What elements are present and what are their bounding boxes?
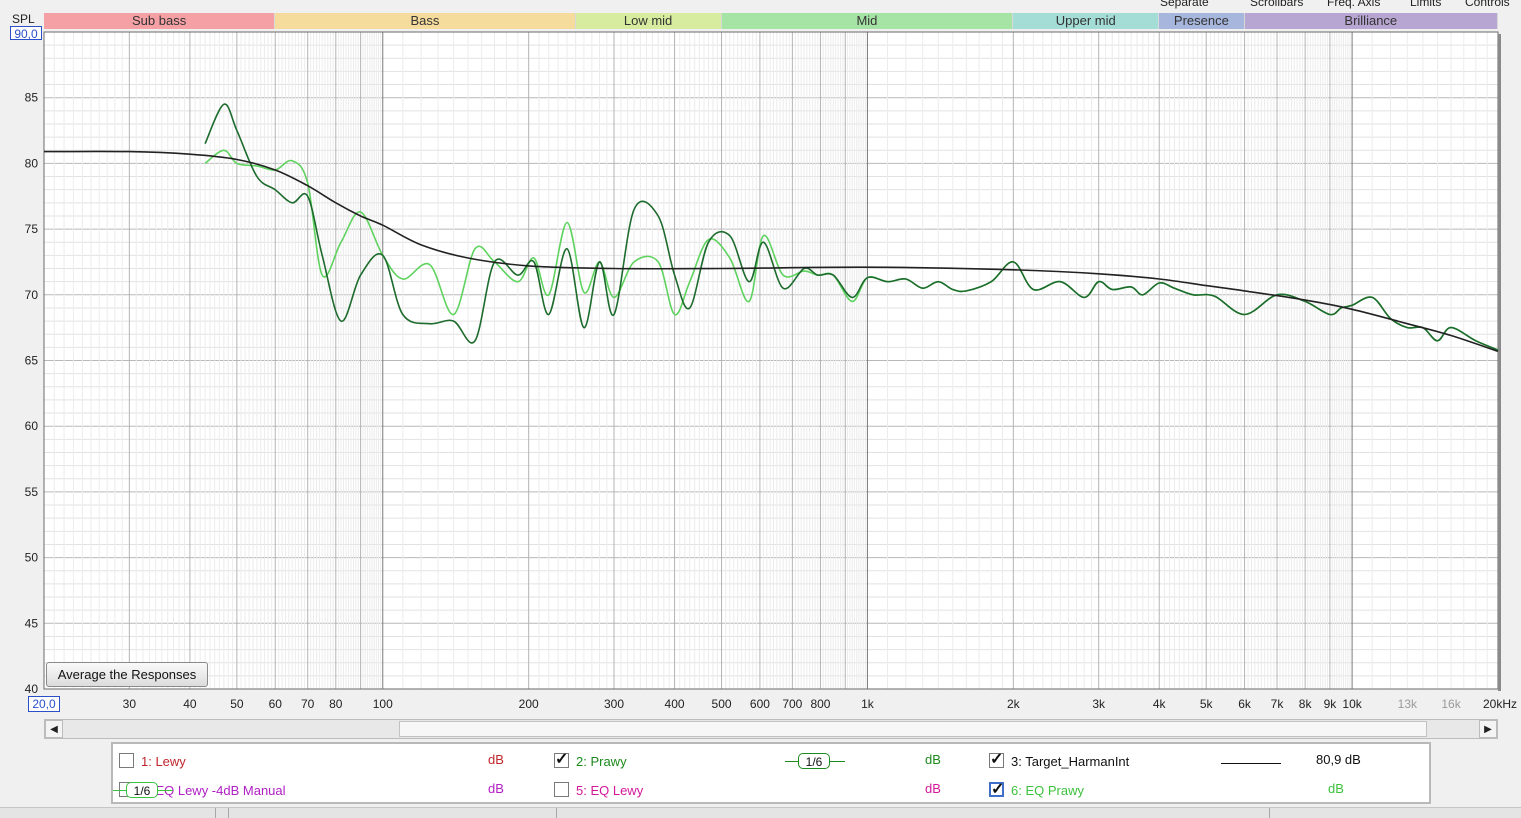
x-tick-label: 200	[519, 697, 539, 711]
y-tick-label: 65	[25, 354, 39, 368]
scroll-left-icon[interactable]: ◀	[45, 720, 63, 738]
x-tick-label: 1k	[861, 697, 875, 711]
x-tick-label: 3k	[1092, 697, 1106, 711]
y-tick-label: 40	[25, 682, 39, 696]
average-responses-button[interactable]: Average the Responses	[46, 662, 208, 687]
legend-label[interactable]: 6: EQ Prawy	[1011, 783, 1084, 798]
status-bar	[0, 807, 1521, 818]
frequency-response-graph[interactable]: 85 80 75 70 65 60 55 50 45 40 30 40 50 60 70 80 100 200 30…	[0, 0, 1521, 720]
x-tick-label: 80	[329, 697, 343, 711]
x-tick-label: 600	[750, 697, 770, 711]
x-tick-label: 40	[183, 697, 197, 711]
smoothing-label: 1/6	[798, 753, 830, 769]
scroll-thumb[interactable]	[399, 721, 1427, 737]
scroll-right-icon[interactable]: ▶	[1479, 720, 1497, 738]
legend-unit: dB	[1328, 781, 1344, 796]
frequency-bands: Sub bass Bass Low mid Mid Upper mid Presence B…	[44, 13, 1500, 29]
legend-value: 80,9 dB	[1316, 752, 1361, 767]
legend-label[interactable]: 2: Prawy	[576, 754, 627, 769]
legend-checkbox-2[interactable]: ✓	[554, 752, 569, 768]
band-presence: Presence	[1159, 13, 1245, 29]
measurement-legend: 1: Lewy dB ✓ 2: Prawy 1/6 dB ✓ 3: Target_Harman…	[111, 742, 1431, 804]
x-tick-label: 8k	[1299, 697, 1313, 711]
y-tick-label: 45	[25, 616, 39, 630]
legend-unit: dB	[925, 752, 941, 767]
x-tick-label: 30	[123, 697, 137, 711]
x-tick-label: 700	[782, 697, 802, 711]
x-tick-label: 70	[301, 697, 315, 711]
band-bass: Bass	[275, 13, 576, 29]
legend-checkbox-1[interactable]	[119, 753, 134, 768]
band-low-mid: Low mid	[575, 13, 722, 29]
legend-checkbox-5[interactable]	[554, 782, 569, 797]
x-tick-label: 6k	[1238, 697, 1252, 711]
x-tick-label: 16k	[1441, 697, 1461, 711]
x-tick-label: 300	[604, 697, 624, 711]
x-tick-label: 100	[373, 697, 393, 711]
x-tick-label: 7k	[1271, 697, 1285, 711]
legend-label[interactable]: 3: Target_HarmanInt	[1011, 754, 1129, 769]
x-tick-label: 4k	[1153, 697, 1167, 711]
legend-unit: dB	[488, 752, 504, 767]
horizontal-scrollbar[interactable]: ◀ ▶	[44, 719, 1498, 739]
band-sub-bass: Sub bass	[44, 13, 276, 29]
smoothing-indicator[interactable]: 1/6	[785, 752, 845, 772]
y-tick-label: 50	[25, 551, 39, 565]
x-min-field[interactable]: 20,0	[28, 696, 60, 712]
x-tick-label: 9k	[1324, 697, 1338, 711]
band-brilliance: Brilliance	[1244, 13, 1498, 29]
y-tick-label: 80	[25, 156, 39, 170]
x-tick-label: 500	[712, 697, 732, 711]
x-tick-label: 5k	[1200, 697, 1214, 711]
legend-checkbox-3[interactable]: ✓	[989, 752, 1004, 768]
target-line-sample	[1221, 763, 1281, 764]
smoothing-indicator[interactable]: 1/6	[113, 781, 173, 801]
legend-checkbox-6[interactable]: ✓	[989, 782, 1004, 798]
x-tick-label: 800	[810, 697, 830, 711]
x-tick-label: 400	[665, 697, 685, 711]
y-axis-label: SPL	[12, 12, 35, 26]
legend-label[interactable]: 5: EQ Lewy	[576, 783, 643, 798]
band-upper-mid: Upper mid	[1013, 13, 1160, 29]
y-tick-label: 75	[25, 222, 39, 236]
x-tick-label: 20kHz	[1483, 697, 1517, 711]
y-max-field[interactable]: 90,0	[10, 26, 42, 41]
y-tick-label: 85	[25, 91, 39, 105]
smoothing-label: 1/6	[126, 782, 158, 798]
x-tick-label: 2k	[1007, 697, 1021, 711]
y-tick-label: 55	[25, 485, 39, 499]
legend-unit: dB	[925, 781, 941, 796]
y-tick-label: 70	[25, 288, 39, 302]
legend-label[interactable]: 1: Lewy	[141, 754, 186, 769]
x-tick-label: 10k	[1342, 697, 1362, 711]
band-mid: Mid	[721, 13, 1014, 29]
legend-unit: dB	[488, 781, 504, 796]
x-tick-label: 60	[269, 697, 283, 711]
y-tick-label: 60	[25, 419, 39, 433]
x-tick-label: 50	[230, 697, 244, 711]
x-tick-label: 13k	[1398, 697, 1418, 711]
